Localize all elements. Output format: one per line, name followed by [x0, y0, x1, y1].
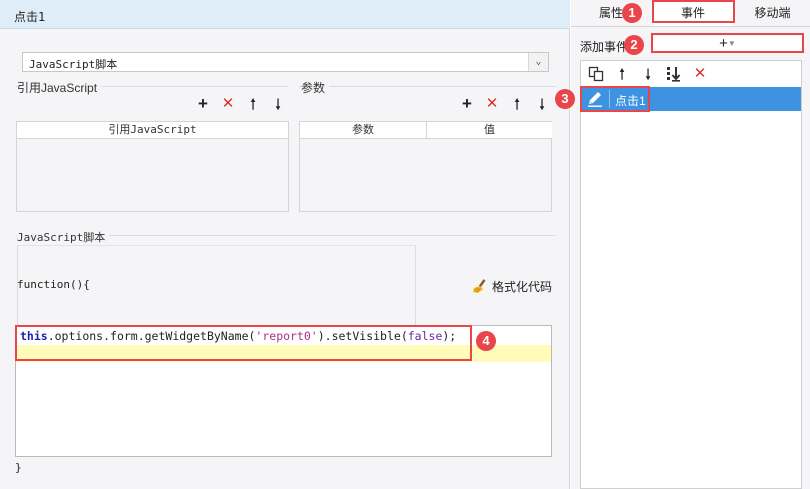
script-type-value: JavaScript脚本 — [29, 58, 118, 71]
add-ref-js-button[interactable]: + — [195, 95, 211, 112]
edit-icon[interactable] — [585, 89, 605, 109]
add-param-button[interactable]: + — [459, 95, 475, 112]
script-type-select[interactable]: JavaScript脚本 ⌄ — [22, 52, 549, 72]
code-text: ).setVisible( — [317, 329, 408, 343]
broom-icon — [473, 279, 486, 293]
move-down-ref-js-button[interactable]: 🠓 — [270, 96, 286, 112]
callout-badge-1: 1 — [622, 3, 642, 23]
code-string: 'report0' — [255, 329, 318, 343]
function-closing-brace: } — [15, 461, 22, 474]
tab-mobile[interactable]: 移动端 — [735, 0, 810, 26]
chevron-down-icon[interactable]: ⌄ — [528, 53, 548, 71]
move-down-icon[interactable]: 🠓 — [640, 66, 656, 82]
callout-badge-2: 2 — [624, 35, 644, 55]
current-line-highlight[interactable] — [16, 345, 551, 362]
code-text: .options.form.getWidgetByName( — [47, 329, 256, 343]
divider — [299, 86, 556, 87]
ref-js-column-header: 引用JavaScript — [17, 122, 288, 139]
function-header: function(){ — [17, 278, 90, 291]
move-down-param-button[interactable]: 🠓 — [534, 96, 550, 112]
params-group-label: 参数 — [301, 79, 330, 96]
move-bottom-icon[interactable] — [666, 66, 682, 82]
code-editor[interactable]: this.options.form.getWidgetByName('repor… — [15, 325, 552, 457]
delete-ref-js-button[interactable]: ✕ — [220, 96, 236, 112]
format-code-label: 格式化代码 — [492, 279, 553, 294]
js-script-group-label: JavaScript脚本 — [17, 229, 110, 245]
tab-events[interactable]: 事件 — [653, 0, 733, 26]
divider — [609, 90, 610, 108]
add-event-label: 添加事件 — [580, 40, 629, 54]
move-up-param-button[interactable]: 🠑 — [509, 96, 525, 112]
panel-title: 点击1 — [0, 0, 570, 29]
delete-event-icon[interactable]: ✕ — [692, 66, 708, 82]
plus-icon: + — [719, 35, 728, 52]
params-table[interactable]: 参数 值 — [299, 121, 552, 212]
event-label: 点击1 — [615, 94, 646, 108]
js-event-editor-panel: 点击1 JavaScript脚本 ⌄ 引用JavaScript + ✕ 🠑 🠓 … — [0, 0, 570, 489]
param-value-column-header: 值 — [427, 122, 552, 139]
caret-down-icon: ▼ — [727, 39, 736, 49]
event-list[interactable]: 🠑 🠓 ✕ 点击1 — [580, 60, 802, 489]
code-keyword: this — [20, 329, 48, 343]
code-line[interactable]: this.options.form.getWidgetByName('repor… — [16, 326, 551, 345]
format-code-button[interactable]: 格式化代码 — [472, 277, 552, 295]
divider — [571, 26, 810, 27]
code-text: ); — [442, 329, 457, 343]
properties-side-panel: 属性 事件 移动端 添加事件 +▼ 🠑 🠓 ✕ 点击1 — [571, 0, 810, 489]
move-up-ref-js-button[interactable]: 🠑 — [245, 96, 261, 112]
callout-badge-4: 4 — [476, 331, 496, 351]
event-toolbar: 🠑 🠓 ✕ — [581, 61, 801, 87]
code-boolean: false — [407, 329, 443, 343]
callout-badge-3: 3 — [555, 89, 575, 109]
ref-js-group-label: 引用JavaScript — [17, 79, 102, 96]
copy-icon[interactable] — [588, 66, 604, 82]
list-item[interactable]: 点击1 — [581, 87, 801, 111]
param-name-column-header: 参数 — [300, 122, 426, 139]
ref-js-table[interactable]: 引用JavaScript — [16, 121, 289, 212]
add-event-button[interactable]: +▼ — [653, 36, 802, 52]
delete-param-button[interactable]: ✕ — [484, 96, 500, 112]
move-up-icon[interactable]: 🠑 — [614, 66, 630, 82]
